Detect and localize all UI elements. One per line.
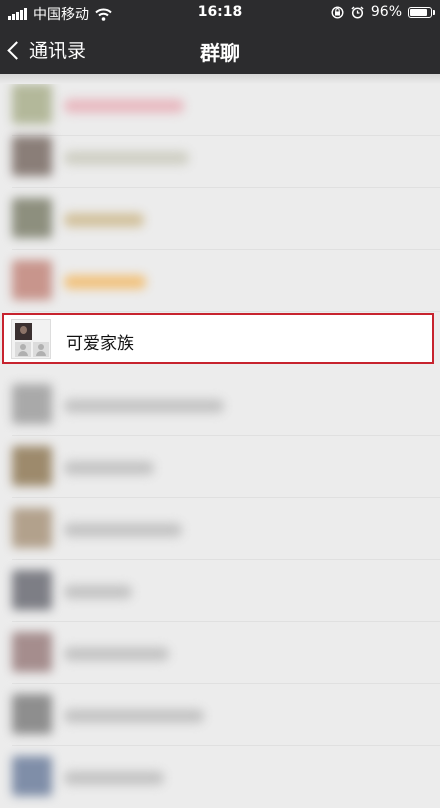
- blurred-name: [64, 275, 146, 289]
- nav-shadow: [0, 74, 440, 84]
- list-item[interactable]: [0, 250, 440, 312]
- blurred-name: [64, 399, 224, 413]
- avatar: [12, 136, 52, 176]
- blurred-name: [64, 99, 184, 113]
- list-item[interactable]: [0, 622, 440, 684]
- avatar: [12, 756, 52, 796]
- group-avatar: [11, 319, 51, 359]
- list-item[interactable]: [0, 746, 440, 808]
- navigation-bar: 通讯录 群聊: [0, 26, 440, 74]
- avatar: [12, 632, 52, 672]
- list-item[interactable]: [0, 498, 440, 560]
- blurred-name: [64, 151, 189, 165]
- avatar: [12, 508, 52, 548]
- blurred-name: [64, 585, 132, 599]
- avatar: [12, 384, 52, 424]
- list-item[interactable]: [0, 684, 440, 746]
- member-photo: [15, 323, 32, 340]
- avatar: [12, 84, 52, 124]
- blurred-name: [64, 523, 182, 537]
- list-item[interactable]: [0, 126, 440, 188]
- list-item[interactable]: [0, 560, 440, 622]
- blurred-name: [64, 709, 204, 723]
- blurred-name: [64, 461, 154, 475]
- person-icon: [33, 342, 49, 357]
- list-item[interactable]: [0, 436, 440, 498]
- avatar: [12, 694, 52, 734]
- avatar: [12, 446, 52, 486]
- group-name: 可爱家族: [66, 334, 134, 354]
- avatar: [12, 570, 52, 610]
- status-bar: 中国移动 16:18 96%: [0, 0, 440, 26]
- list-item[interactable]: [0, 374, 440, 436]
- alarm-icon: [351, 5, 364, 19]
- blurred-name: [64, 771, 164, 785]
- status-right: 96%: [331, 4, 435, 20]
- avatar: [12, 198, 52, 238]
- group-item-highlighted[interactable]: 可爱家族: [2, 313, 434, 364]
- list-item[interactable]: [0, 188, 440, 250]
- lock-rotation-icon: [331, 5, 344, 19]
- battery-percent: 96%: [370, 4, 402, 20]
- blurred-name: [64, 213, 144, 227]
- page-title: 群聊: [200, 41, 240, 65]
- blurred-name: [64, 647, 169, 661]
- avatar: [12, 260, 52, 300]
- battery-icon: [408, 6, 435, 18]
- person-icon: [15, 342, 31, 357]
